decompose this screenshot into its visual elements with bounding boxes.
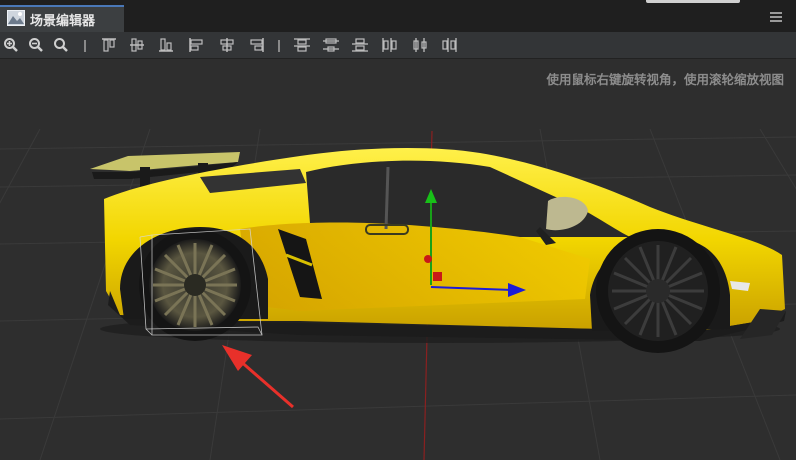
hamburger-menu-icon[interactable] xyxy=(768,9,784,23)
align-right-icon[interactable] xyxy=(247,36,265,54)
zoom-reset-icon[interactable] xyxy=(52,36,70,54)
annotation-arrow xyxy=(222,345,294,409)
tab-bar: 场景编辑器 xyxy=(0,0,796,33)
toolbar xyxy=(0,32,796,59)
toolbar-separator xyxy=(278,40,280,52)
gizmo-plane-handle[interactable] xyxy=(433,272,442,281)
align-top-icon[interactable] xyxy=(100,36,118,54)
align-hcenter-icon[interactable] xyxy=(218,36,236,54)
tab-title: 场景编辑器 xyxy=(30,14,96,29)
distribute-bottom-icon[interactable] xyxy=(351,36,369,54)
zoom-out-icon[interactable] xyxy=(27,36,45,54)
distribute-left-icon[interactable] xyxy=(381,36,399,54)
toolbar-separator xyxy=(84,40,86,52)
top-right-strip xyxy=(646,0,740,3)
scene-viewport[interactable]: 使用鼠标右键旋转视角，使用滚轮缩放视图 xyxy=(0,59,796,460)
tab-scene-editor[interactable]: 场景编辑器 xyxy=(0,5,124,32)
distribute-hcenter-icon[interactable] xyxy=(411,36,429,54)
align-left-icon[interactable] xyxy=(188,36,206,54)
gizmo-z-handle[interactable] xyxy=(424,255,432,263)
distribute-right-icon[interactable] xyxy=(440,36,458,54)
viewport-hint: 使用鼠标右键旋转视角，使用滚轮缩放视图 xyxy=(546,72,784,87)
align-vcenter-icon[interactable] xyxy=(128,36,146,54)
scene-editor-icon xyxy=(7,9,25,30)
distribute-vcenter-icon[interactable] xyxy=(322,36,340,54)
zoom-in-icon[interactable] xyxy=(2,36,20,54)
distribute-top-icon[interactable] xyxy=(293,36,311,54)
align-bottom-icon[interactable] xyxy=(157,36,175,54)
